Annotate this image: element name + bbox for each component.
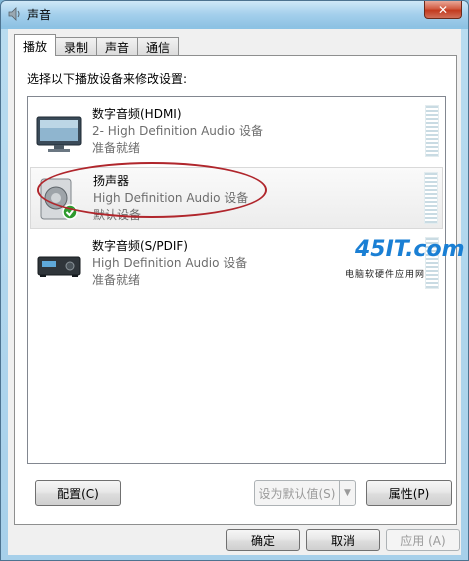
close-icon: ✕ [437,2,449,17]
configure-button[interactable]: 配置(C) [35,480,121,506]
apply-button: 应用 (A) [386,529,460,551]
device-description: High Definition Audio 设备 [92,256,248,270]
list-item[interactable]: 数字音频(HDMI) 2- High Definition Audio 设备 准… [30,101,443,163]
sound-dialog-window: 声音 ✕ 播放 录制 声音 通信 选择以下播放设备来修改设置: 数字音频(HDM… [0,0,469,561]
monitor-icon [36,116,82,152]
device-status: 准备就绪 [92,141,141,155]
highlight-annotation [37,162,267,218]
playback-panel: 选择以下播放设备来修改设置: 数字音频(HDMI) 2- High Defini… [14,55,457,525]
device-status: 准备就绪 [92,273,141,287]
set-default-button: 设为默认值(S) ▼ [254,480,356,506]
ok-button[interactable]: 确定 [226,529,300,551]
chevron-down-icon: ▼ [339,481,355,505]
tab-recording[interactable]: 录制 [55,37,98,55]
set-default-label: 设为默认值(S) [258,486,336,501]
watermark-logo: 45IT.com [355,237,465,262]
device-name: 数字音频(S/PDIF) [92,239,188,253]
speaker-icon [8,7,20,21]
device-description: 2- High Definition Audio 设备 [92,124,264,138]
tab-communications[interactable]: 通信 [137,37,180,55]
volume-meter [424,172,438,224]
instruction-label: 选择以下播放设备来修改设置: [27,72,188,86]
window-title: 声音 [27,8,52,22]
tab-sounds[interactable]: 声音 [96,37,139,55]
site-watermark: 45IT.com 电脑软硬件应用网 [341,237,465,287]
properties-button[interactable]: 属性(P) [366,480,452,506]
title-bar[interactable]: 声音 ✕ [1,1,468,27]
close-button[interactable]: ✕ [424,1,462,19]
device-name: 数字音频(HDMI) [92,107,182,121]
cancel-button[interactable]: 取消 [306,529,380,551]
watermark-subtitle: 电脑软硬件应用网 [345,270,426,280]
tab-strip: 播放 录制 声音 通信 [14,34,180,56]
volume-meter [425,105,439,157]
digital-receiver-icon [37,256,81,277]
dialog-body: 播放 录制 声音 通信 选择以下播放设备来修改设置: 数字音频(HDMI) 2-… [8,29,461,555]
tab-playback[interactable]: 播放 [14,34,57,56]
